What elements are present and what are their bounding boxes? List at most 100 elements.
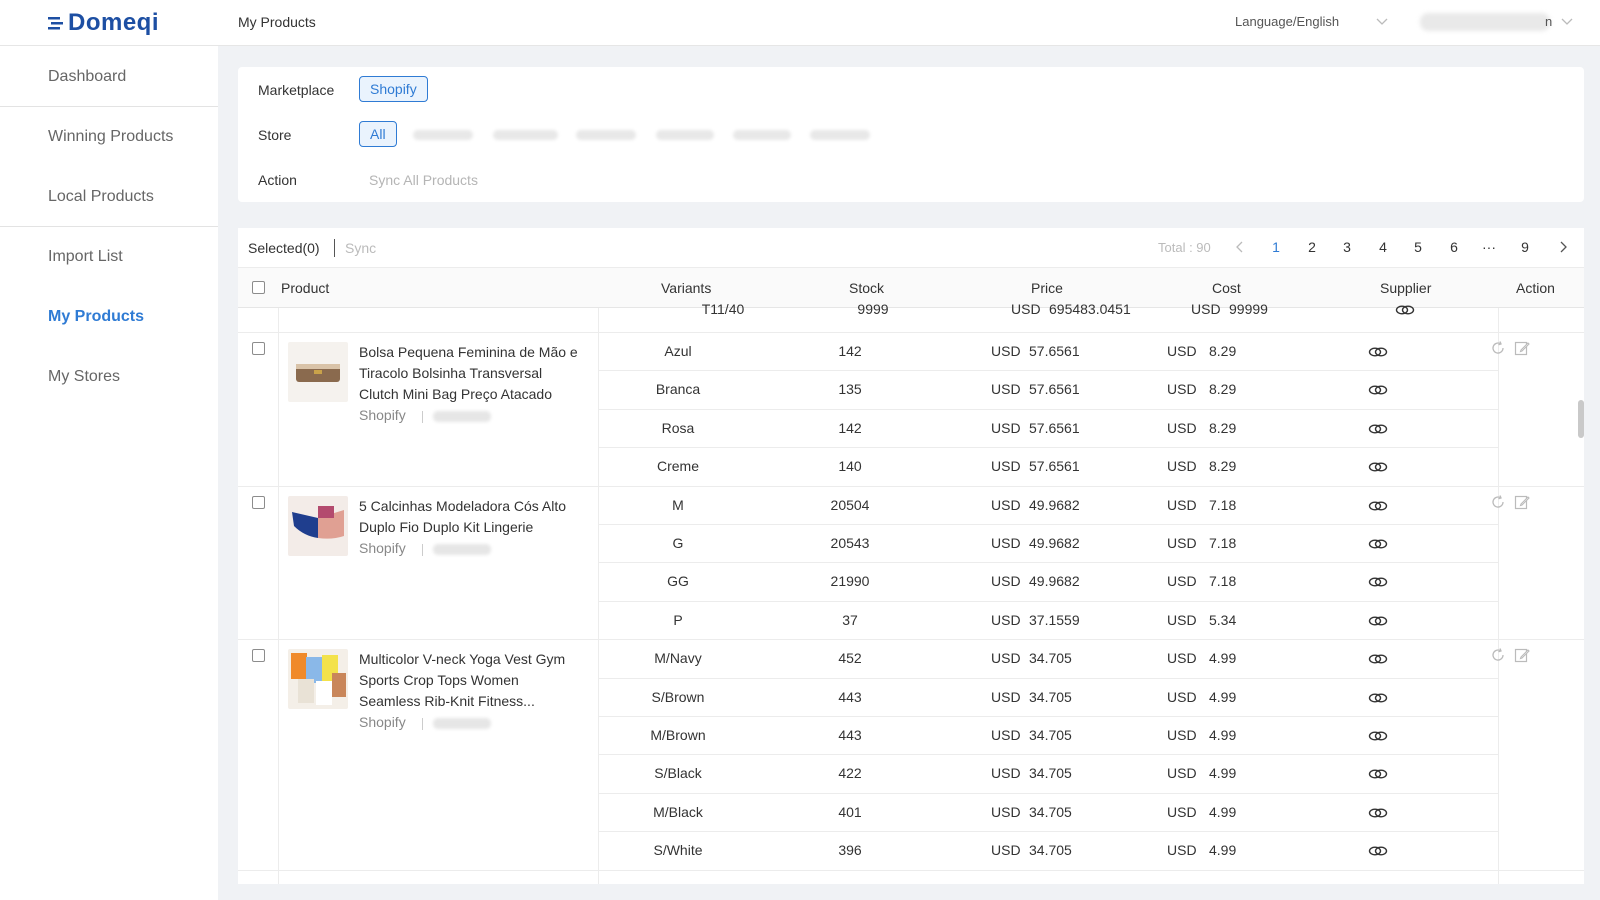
page-1[interactable]: 1 — [1266, 239, 1286, 255]
store-chip-redacted[interactable] — [493, 130, 558, 140]
total-count: Total : 90 — [1158, 240, 1211, 255]
refresh-icon[interactable] — [1490, 647, 1506, 663]
link-icon[interactable] — [1368, 766, 1388, 782]
link-icon[interactable] — [1368, 805, 1388, 821]
page-ellipsis[interactable]: ··· — [1479, 239, 1499, 255]
logo[interactable]: Domeqi — [48, 8, 159, 38]
link-icon[interactable] — [1368, 574, 1388, 590]
variant-stock: 9999 — [857, 301, 889, 317]
filter-panel: Marketplace Shopify Store All Action Syn… — [238, 67, 1584, 202]
sidebar: Dashboard Winning Products Local Product… — [0, 46, 218, 900]
sync-button[interactable]: Sync — [345, 240, 376, 256]
store-chip-all[interactable]: All — [359, 121, 397, 147]
store-chip-redacted[interactable] — [413, 130, 473, 140]
variant-cost: 4.99 — [1209, 765, 1237, 782]
sync-all-products-link[interactable]: Sync All Products — [369, 172, 478, 188]
sidebar-item-my-stores[interactable]: My Stores — [48, 368, 120, 386]
price-currency: USD — [991, 419, 1021, 436]
store-chip-redacted[interactable] — [733, 130, 791, 140]
variant-stock: 142 — [838, 343, 862, 359]
platform-divider — [422, 411, 423, 423]
platform-divider — [422, 718, 423, 731]
product-title[interactable]: Bolsa Pequena Feminina de Mão e Tiracolo… — [359, 342, 579, 405]
page-2[interactable]: 2 — [1302, 239, 1322, 255]
variant-price: 49.9682 — [1029, 573, 1080, 590]
page-6[interactable]: 6 — [1444, 239, 1464, 255]
variant-name: M/Brown — [650, 727, 706, 743]
variant-cost: 7.18 — [1209, 573, 1237, 590]
product-checkbox[interactable] — [252, 649, 265, 663]
store-chip-redacted[interactable] — [810, 130, 870, 140]
product-title[interactable]: 5 Calcinhas Modeladora Cós Alto Duplo Fi… — [359, 496, 579, 538]
edit-icon[interactable] — [1514, 647, 1530, 663]
price-currency: USD — [1011, 301, 1041, 317]
product-title[interactable]: Multicolor V-neck Yoga Vest Gym Sports C… — [359, 649, 579, 712]
chevron-right-icon[interactable] — [1556, 240, 1570, 254]
page-5[interactable]: 5 — [1408, 239, 1428, 255]
table-toolbar: Selected(0) Sync Total : 90 1 2 3 4 5 6 … — [238, 228, 1584, 268]
link-icon[interactable] — [1368, 843, 1388, 859]
price-currency: USD — [991, 611, 1021, 628]
sidebar-item-dashboard[interactable]: Dashboard — [48, 68, 126, 86]
col-supplier: Supplier — [1380, 280, 1432, 296]
product-checkbox[interactable] — [252, 342, 265, 355]
sidebar-item-my-products[interactable]: My Products — [48, 308, 144, 326]
price-currency: USD — [991, 458, 1021, 475]
select-all-checkbox[interactable] — [252, 281, 265, 294]
store-chip-redacted[interactable] — [656, 130, 714, 140]
variant-stock: 142 — [838, 419, 862, 436]
chevron-down-icon[interactable] — [1375, 14, 1389, 28]
variant-stock: 20504 — [830, 496, 870, 513]
variant-cost: 4.99 — [1209, 650, 1237, 667]
logo-text: Domeqi — [68, 9, 160, 36]
link-icon[interactable] — [1368, 382, 1388, 398]
variant-stock: 452 — [838, 650, 862, 667]
link-icon[interactable] — [1368, 459, 1388, 475]
chevron-left-icon[interactable] — [1233, 240, 1247, 254]
product-checkbox[interactable] — [252, 495, 265, 509]
store-chip-redacted[interactable] — [576, 130, 636, 140]
refresh-icon[interactable] — [1490, 494, 1506, 510]
link-icon[interactable] — [1368, 421, 1388, 437]
page-3[interactable]: 3 — [1337, 239, 1357, 255]
sidebar-divider — [0, 226, 218, 227]
link-icon[interactable] — [1368, 651, 1388, 667]
link-icon[interactable] — [1368, 344, 1388, 360]
action-label: Action — [258, 172, 297, 188]
variant-price: 49.9682 — [1029, 496, 1080, 513]
variant-name: Creme — [656, 458, 699, 475]
col-stock: Stock — [849, 280, 885, 296]
variant-row-divider — [598, 562, 1498, 564]
chevron-down-icon[interactable] — [1560, 14, 1574, 28]
marketplace-chip-shopify[interactable]: Shopify — [359, 76, 428, 102]
page-9[interactable]: 9 — [1515, 239, 1535, 255]
product-thumbnail — [288, 495, 348, 556]
logo-mark-icon — [48, 17, 63, 30]
store-name-redacted — [433, 543, 491, 555]
variant-price: 34.705 — [1029, 803, 1072, 820]
link-icon[interactable] — [1368, 690, 1388, 706]
price-currency: USD — [991, 535, 1021, 551]
toolbar-divider — [334, 239, 335, 257]
variant-price: 695483.0451 — [1049, 301, 1131, 317]
variant-price: 57.6561 — [1029, 458, 1080, 475]
cost-currency: USD — [1167, 803, 1197, 820]
variant-stock: 396 — [838, 842, 862, 859]
user-account-redacted[interactable] — [1420, 13, 1550, 31]
sidebar-item-import-list[interactable]: Import List — [48, 248, 123, 266]
variant-name: M — [672, 496, 684, 513]
link-icon[interactable] — [1395, 302, 1415, 318]
sidebar-item-local-products[interactable]: Local Products — [48, 188, 154, 206]
sidebar-item-winning-products[interactable]: Winning Products — [48, 128, 173, 146]
link-icon[interactable] — [1368, 536, 1388, 552]
link-icon[interactable] — [1368, 498, 1388, 514]
link-icon[interactable] — [1368, 728, 1388, 744]
page-4[interactable]: 4 — [1373, 239, 1393, 255]
price-currency: USD — [991, 381, 1021, 398]
language-selector[interactable]: Language/English — [1235, 14, 1339, 29]
vertical-scrollbar[interactable] — [1578, 400, 1584, 438]
edit-icon[interactable] — [1514, 340, 1530, 356]
edit-icon[interactable] — [1514, 494, 1530, 510]
refresh-icon[interactable] — [1490, 340, 1506, 356]
link-icon[interactable] — [1368, 613, 1388, 629]
